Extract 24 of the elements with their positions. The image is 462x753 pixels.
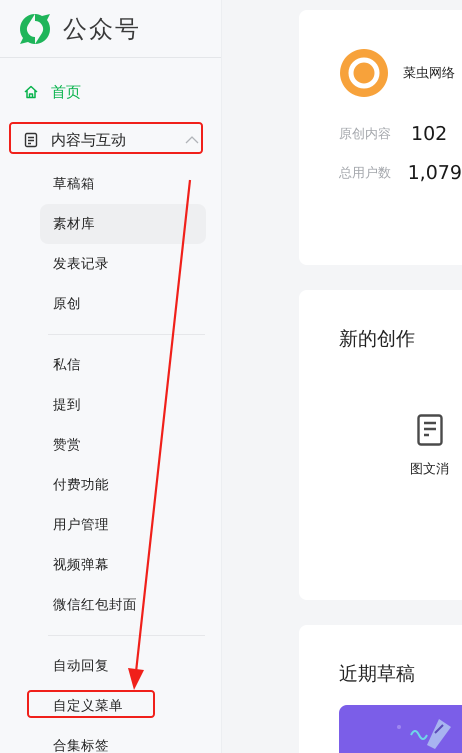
nav-subitem[interactable]: 私信 xyxy=(40,345,206,385)
nav-subitem[interactable]: 原创 xyxy=(40,284,206,324)
stat-label: 总用户数 xyxy=(339,165,392,182)
app-title: 公众号 xyxy=(63,14,141,44)
stat-value: 102 xyxy=(411,123,448,145)
nav-subitem[interactable]: 自定义菜单 xyxy=(40,686,206,726)
nav-subitem[interactable]: 合集标签 xyxy=(40,726,206,753)
nav-group-header[interactable]: 内容与互动 xyxy=(23,120,199,160)
nav-subitem[interactable]: 草稿箱 xyxy=(40,164,206,204)
nav-subitem[interactable]: 自动回复 xyxy=(40,646,206,686)
nav-subitem[interactable]: 付费功能 xyxy=(40,465,206,505)
nav-subitem[interactable]: 发表记录 xyxy=(40,244,206,284)
nav-subitem[interactable]: 用户管理 xyxy=(40,505,206,545)
nav-subitem[interactable]: 提到 xyxy=(40,385,206,425)
nav-subitem[interactable]: 赞赏 xyxy=(40,425,206,465)
stat-value: 1,079 xyxy=(408,162,462,184)
section-title: 近期草稿 xyxy=(339,662,416,687)
nav-subitem[interactable]: 素材库 xyxy=(40,204,206,244)
create-option[interactable]: 图文消 xyxy=(410,414,449,478)
nav-subitem[interactable]: 微信红包封面 xyxy=(40,585,206,625)
section-title: 新的创作 xyxy=(339,327,416,352)
stat-label: 原创内容 xyxy=(339,126,392,143)
nav-subitem[interactable]: 视频弹幕 xyxy=(40,545,206,585)
account-name: 菜虫网络 xyxy=(403,65,455,82)
